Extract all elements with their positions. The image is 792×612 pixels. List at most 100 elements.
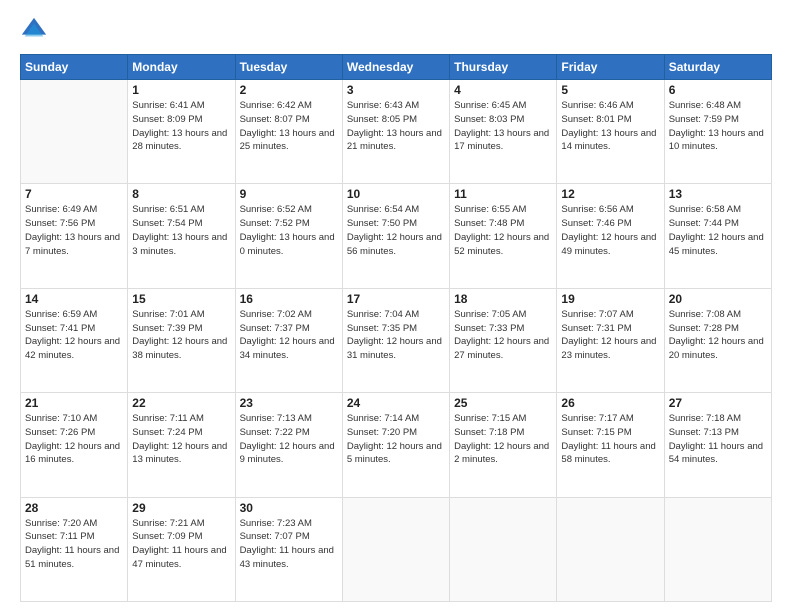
col-header-saturday: Saturday	[664, 55, 771, 80]
sunrise-text: Sunrise: 6:58 AM	[669, 204, 741, 215]
calendar-cell: 16Sunrise: 7:02 AMSunset: 7:37 PMDayligh…	[235, 288, 342, 392]
day-number: 26	[561, 396, 659, 410]
sunrise-text: Sunrise: 7:20 AM	[25, 518, 97, 529]
logo	[20, 16, 52, 44]
sun-info: Sunrise: 7:10 AMSunset: 7:26 PMDaylight:…	[25, 412, 123, 467]
calendar-cell: 26Sunrise: 7:17 AMSunset: 7:15 PMDayligh…	[557, 393, 664, 497]
sun-info: Sunrise: 7:07 AMSunset: 7:31 PMDaylight:…	[561, 308, 659, 363]
daylight-text: Daylight: 13 hours and 0 minutes.	[240, 232, 335, 257]
sun-info: Sunrise: 7:04 AMSunset: 7:35 PMDaylight:…	[347, 308, 445, 363]
daylight-text: Daylight: 13 hours and 10 minutes.	[669, 128, 764, 153]
sun-info: Sunrise: 6:41 AMSunset: 8:09 PMDaylight:…	[132, 99, 230, 154]
sunset-text: Sunset: 7:54 PM	[132, 218, 202, 229]
sun-info: Sunrise: 6:49 AMSunset: 7:56 PMDaylight:…	[25, 203, 123, 258]
calendar-cell	[450, 497, 557, 601]
page: SundayMondayTuesdayWednesdayThursdayFrid…	[0, 0, 792, 612]
day-number: 15	[132, 292, 230, 306]
daylight-text: Daylight: 13 hours and 17 minutes.	[454, 128, 549, 153]
calendar-cell: 9Sunrise: 6:52 AMSunset: 7:52 PMDaylight…	[235, 184, 342, 288]
calendar-cell	[342, 497, 449, 601]
sun-info: Sunrise: 7:01 AM Sunset: 7:39 PM Daylight:…	[132, 308, 230, 363]
col-header-friday: Friday	[557, 55, 664, 80]
sunset-text: Sunset: 7:24 PM	[132, 427, 202, 438]
day-number: 1	[132, 83, 230, 97]
day-number: 12	[561, 187, 659, 201]
sunset-text: Sunset: 7:39 PM	[132, 323, 202, 334]
day-number: 27	[669, 396, 767, 410]
sunrise-text: Sunrise: 7:08 AM	[669, 309, 741, 320]
sunset-text: Sunset: 7:52 PM	[240, 218, 310, 229]
day-number: 24	[347, 396, 445, 410]
sunrise-text: Sunrise: 7:02 AM	[240, 309, 312, 320]
sun-info: Sunrise: 6:59 AMSunset: 7:41 PMDaylight:…	[25, 308, 123, 363]
day-number: 10	[347, 187, 445, 201]
week-row-0: 1 Sunrise: 6:41 AMSunset: 8:09 PMDaylight…	[21, 80, 772, 184]
sun-info: Sunrise: 6:55 AMSunset: 7:48 PMDaylight:…	[454, 203, 552, 258]
daylight-text: Daylight: 13 hours and 14 minutes.	[561, 128, 656, 153]
sunrise-text: Sunrise: 7:13 AM	[240, 413, 312, 424]
calendar-cell: 10Sunrise: 6:54 AMSunset: 7:50 PMDayligh…	[342, 184, 449, 288]
calendar-cell: 18Sunrise: 7:05 AMSunset: 7:33 PMDayligh…	[450, 288, 557, 392]
calendar-cell: 15 Sunrise: 7:01 AM Sunset: 7:39 PM Dayligh…	[128, 288, 235, 392]
col-header-sunday: Sunday	[21, 55, 128, 80]
calendar-cell: 30Sunrise: 7:23 AMSunset: 7:07 PMDayligh…	[235, 497, 342, 601]
calendar-table: SundayMondayTuesdayWednesdayThursdayFrid…	[20, 54, 772, 602]
daylight-text: Daylight: 11 hours and 58 minutes.	[561, 441, 655, 466]
sunset-text: Sunset: 7:20 PM	[347, 427, 417, 438]
sunset-text: Sunset: 7:44 PM	[669, 218, 739, 229]
calendar-cell: 20Sunrise: 7:08 AMSunset: 7:28 PMDayligh…	[664, 288, 771, 392]
sunset-text: Sunset: 7:59 PM	[669, 114, 739, 125]
day-number: 11	[454, 187, 552, 201]
day-number: 22	[132, 396, 230, 410]
sunset-text: Sunset: 7:09 PM	[132, 531, 202, 542]
sunrise-text: Sunrise: 6:56 AM	[561, 204, 633, 215]
sunset-text: Sunset: 7:07 PM	[240, 531, 310, 542]
sunrise-text: Sunrise: 7:17 AM	[561, 413, 633, 424]
day-number: 17	[347, 292, 445, 306]
daylight-text: Daylight: 11 hours and 54 minutes.	[669, 441, 763, 466]
sunrise-text: Sunrise: 6:43 AM	[347, 100, 419, 111]
sunset-text: Sunset: 7:13 PM	[669, 427, 739, 438]
day-number: 13	[669, 187, 767, 201]
week-row-3: 21Sunrise: 7:10 AMSunset: 7:26 PMDayligh…	[21, 393, 772, 497]
calendar-cell: 2Sunrise: 6:42 AMSunset: 8:07 PMDaylight…	[235, 80, 342, 184]
daylight-text: Daylight: 12 hours and 52 minutes.	[454, 232, 549, 257]
calendar-cell: 19Sunrise: 7:07 AMSunset: 7:31 PMDayligh…	[557, 288, 664, 392]
sun-info: Sunrise: 6:51 AMSunset: 7:54 PMDaylight:…	[132, 203, 230, 258]
calendar-cell: 22Sunrise: 7:11 AMSunset: 7:24 PMDayligh…	[128, 393, 235, 497]
week-row-2: 14Sunrise: 6:59 AMSunset: 7:41 PMDayligh…	[21, 288, 772, 392]
sunrise-text: Sunrise: 7:23 AM	[240, 518, 312, 529]
sunrise-text: Sunrise: 6:59 AM	[25, 309, 97, 320]
sunrise-text: Sunrise: 7:04 AM	[347, 309, 419, 320]
calendar-header-row: SundayMondayTuesdayWednesdayThursdayFrid…	[21, 55, 772, 80]
col-header-tuesday: Tuesday	[235, 55, 342, 80]
col-header-monday: Monday	[128, 55, 235, 80]
sunset-text: Sunset: 7:31 PM	[561, 323, 631, 334]
day-number: 25	[454, 396, 552, 410]
calendar-cell: 1 Sunrise: 6:41 AMSunset: 8:09 PMDaylight…	[128, 80, 235, 184]
day-number: 6	[669, 83, 767, 97]
daylight-text: Daylight: 12 hours and 56 minutes.	[347, 232, 442, 257]
sunset-text: Sunset: 7:56 PM	[25, 218, 95, 229]
calendar-cell	[664, 497, 771, 601]
sunrise-text: Sunrise: 6:52 AM	[240, 204, 312, 215]
daylight-text: Daylight: 12 hours and 38 minutes.	[132, 336, 227, 361]
sunrise-text: Sunrise: 6:48 AM	[669, 100, 741, 111]
sunrise-text: Sunrise: 7:01 AM	[132, 309, 204, 320]
sun-info: Sunrise: 7:20 AMSunset: 7:11 PMDaylight:…	[25, 517, 123, 572]
sunrise-text: Sunrise: 6:45 AM	[454, 100, 526, 111]
calendar-cell: 7Sunrise: 6:49 AMSunset: 7:56 PMDaylight…	[21, 184, 128, 288]
calendar-cell: 13Sunrise: 6:58 AMSunset: 7:44 PMDayligh…	[664, 184, 771, 288]
day-number: 4	[454, 83, 552, 97]
calendar-cell: 25 Sunrise: 7:15 AMSunset: 7:18 PMDayligh…	[450, 393, 557, 497]
day-number: 18	[454, 292, 552, 306]
sunrise-text: Sunrise: 6:41 AM	[132, 100, 204, 111]
daylight-text: Daylight: 12 hours and 9 minutes.	[240, 441, 335, 466]
calendar-cell: 23Sunrise: 7:13 AMSunset: 7:22 PMDayligh…	[235, 393, 342, 497]
sun-info: Sunrise: 7:15 AMSunset: 7:18 PMDaylight:…	[454, 412, 552, 467]
daylight-text: Daylight: 12 hours and 16 minutes.	[25, 441, 120, 466]
sunset-text: Sunset: 8:07 PM	[240, 114, 310, 125]
daylight-text: Daylight: 13 hours and 21 minutes.	[347, 128, 442, 153]
sunrise-text: Sunrise: 7:11 AM	[132, 413, 204, 424]
calendar-cell: 4Sunrise: 6:45 AMSunset: 8:03 PMDaylight…	[450, 80, 557, 184]
